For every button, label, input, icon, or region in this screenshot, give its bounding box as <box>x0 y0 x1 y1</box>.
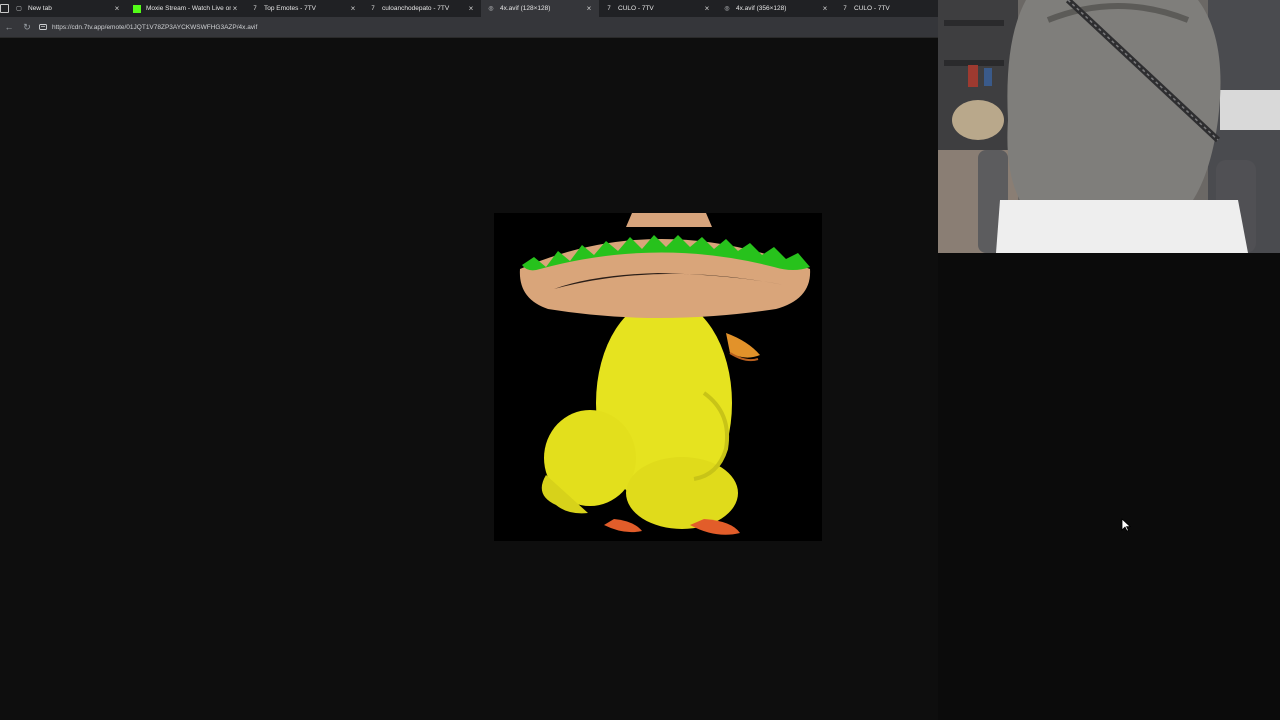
globe-icon: ◎ <box>724 5 730 12</box>
tab-title: Moxie Stream - Watch Live on Kick <box>146 5 231 12</box>
tab-6[interactable]: ◎ 4x.avif (356×128) × <box>717 0 835 17</box>
tab-title: CULO - 7TV <box>854 5 890 12</box>
tab-actions-button[interactable] <box>0 0 9 17</box>
kick-logo-icon <box>133 4 141 13</box>
7tv-logo-icon: 7 <box>843 5 847 12</box>
close-tab-icon[interactable]: × <box>231 4 239 13</box>
tab-title: culoanchodepato - 7TV <box>382 5 450 12</box>
close-tab-icon[interactable]: × <box>703 4 711 13</box>
tab-title: 4x.avif (356×128) <box>736 5 787 12</box>
tab-3[interactable]: 7 culoanchodepato - 7TV × <box>363 0 481 17</box>
globe-icon: ◎ <box>488 5 494 12</box>
tab-actions-icon <box>0 4 9 13</box>
7tv-logo-icon: 7 <box>253 5 257 12</box>
close-tab-icon[interactable]: × <box>467 4 475 13</box>
back-button[interactable]: ← <box>0 18 18 36</box>
sombrero-duck-emote-graphic <box>494 213 822 541</box>
emote-image[interactable] <box>494 213 822 541</box>
screen: ▢New tab×Moxie Stream - Watch Live on Ki… <box>0 0 1280 720</box>
reload-icon: ↻ <box>23 21 31 32</box>
tab-strip: ▢New tab×Moxie Stream - Watch Live on Ki… <box>0 0 945 17</box>
tab-7[interactable]: 7CULO - 7TV× <box>835 0 953 17</box>
back-arrow-icon: ← <box>4 22 14 32</box>
tab-0[interactable]: ▢ New tab × <box>9 0 127 17</box>
close-tab-icon[interactable]: × <box>585 4 593 13</box>
close-tab-icon[interactable]: × <box>349 4 357 13</box>
tab-title: 4x.avif (128×128) <box>500 5 551 12</box>
tab-5[interactable]: 7 CULO - 7TV × <box>599 0 717 17</box>
tab-title: CULO - 7TV <box>618 5 654 12</box>
new-tab-page-icon: ▢ <box>16 5 22 12</box>
close-tab-icon[interactable]: × <box>821 4 829 13</box>
webcam-video-feed <box>938 0 1280 253</box>
tab-list: ▢New tab×Moxie Stream - Watch Live on Ki… <box>9 0 953 17</box>
close-tab-icon[interactable]: × <box>113 4 121 13</box>
address-bar[interactable]: https://cdn.7tv.app/emote/01JQT1V78ZP3AY… <box>38 20 938 34</box>
tab-1[interactable]: Moxie Stream - Watch Live on Kick× <box>127 0 245 17</box>
reload-button[interactable]: ↻ <box>18 18 36 36</box>
tab-4[interactable]: ◎ 4x.avif (128×128) × <box>481 0 599 17</box>
tab-title: New tab <box>28 5 52 12</box>
site-info-icon[interactable] <box>38 22 48 32</box>
mouse-cursor <box>1121 518 1131 532</box>
tab-2[interactable]: 7 Top Emotes - 7TV × <box>245 0 363 17</box>
address-url: https://cdn.7tv.app/emote/01JQT1V78ZP3AY… <box>52 23 258 31</box>
tab-title: Top Emotes - 7TV <box>264 5 317 12</box>
7tv-logo-icon: 7 <box>371 5 375 12</box>
7tv-logo-icon: 7 <box>607 5 611 12</box>
browser-toolbar: ← ↻ https://cdn.7tv.app/emote/01JQT1V78Z… <box>0 17 938 38</box>
pointer-arrow-icon <box>1121 518 1131 532</box>
webcam-overlay <box>938 0 1280 253</box>
